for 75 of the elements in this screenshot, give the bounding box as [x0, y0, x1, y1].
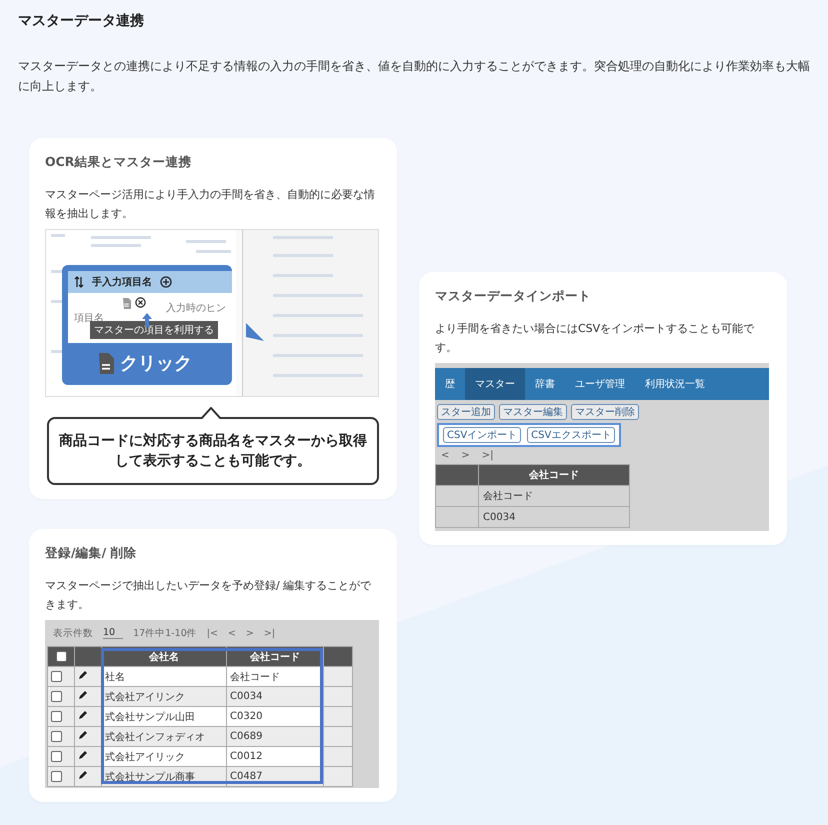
table-cell: 社名 [102, 666, 226, 686]
table-cell: 会社コード [478, 486, 630, 506]
nav-tab[interactable]: 辞書 [525, 368, 565, 400]
card-title: 登録/編集/ 削除 [45, 545, 138, 562]
pencil-icon [78, 670, 87, 680]
action-button[interactable]: CSVインポート [443, 427, 522, 443]
pencil-icon [78, 750, 87, 760]
card-title: OCR結果とマスター連携 [45, 154, 192, 171]
action-button[interactable]: スター追加 [437, 404, 495, 420]
page-size-label: 表示件数 [53, 626, 93, 640]
table-cell: 式会社アイリンク [102, 686, 226, 706]
table-cell [324, 706, 352, 726]
action-button[interactable]: CSVエクスポート [527, 427, 616, 443]
nav-tab[interactable]: 歴 [435, 368, 465, 400]
checkbox[interactable] [51, 730, 62, 742]
table-cell [324, 766, 352, 786]
pencil-icon [78, 730, 87, 740]
pager-link[interactable]: |< [206, 628, 218, 638]
table-cell: 式会社インフォディオ [102, 726, 226, 746]
table-cell [324, 666, 352, 686]
checkbox[interactable] [51, 770, 62, 782]
table-cell: C0012 [226, 746, 324, 766]
table-cell: C0034 [478, 506, 630, 528]
checkbox[interactable] [51, 690, 62, 702]
pager-link[interactable]: >| [264, 628, 276, 638]
card-description: より手間を省きたい場合にはCSVをインポートすることも可能です。 [435, 321, 756, 356]
checkbox[interactable] [56, 650, 66, 662]
pencil-icon [78, 710, 87, 720]
table-cell [324, 686, 352, 706]
table-cell: 会社コード [226, 666, 324, 686]
speech-tail-drawing [246, 323, 264, 343]
nav-tab[interactable]: 利用状況一覧 [635, 368, 715, 400]
table-header: 会社コード [478, 464, 630, 486]
table-cell: C0320 [226, 706, 324, 726]
table-cell: 式会社サンプル山田 [102, 706, 226, 726]
field-hint-label: 入力時のヒン [166, 302, 226, 315]
record-range: 17件中1-10件 [133, 626, 197, 640]
action-button[interactable]: マスター削除 [571, 404, 639, 420]
pager-link[interactable]: < [441, 450, 450, 461]
pager-link[interactable]: > [461, 450, 470, 461]
pager-link[interactable]: < [228, 628, 236, 638]
table-cell: C0689 [226, 726, 324, 746]
nav-tab[interactable]: マスター [465, 368, 525, 400]
table-cell [324, 746, 352, 766]
page-size-select[interactable]: 10 [103, 627, 124, 639]
add-circle-icon [160, 276, 172, 288]
card-title: マスターデータインポート [435, 288, 592, 305]
pager-link[interactable]: > [246, 628, 254, 638]
sort-icon [74, 276, 84, 288]
document-icon [122, 297, 131, 309]
pencil-icon [78, 770, 87, 780]
checkbox[interactable] [51, 710, 62, 722]
checkbox[interactable] [51, 750, 62, 762]
table-cell: C0034 [226, 686, 324, 706]
card-description: マスターページ活用により手入力の手間を省き、自動的に必要な情報を抽出します。 [45, 187, 376, 222]
document-icon [98, 352, 114, 374]
nav-tab[interactable]: ユーザ管理 [565, 368, 635, 400]
table-header [324, 646, 352, 666]
table-cell [324, 726, 352, 746]
card-description: マスターページで抽出したいデータを予め登録/ 編集することができます。 [45, 578, 372, 613]
callout-text: 商品コードに対応する商品名をマスターから取得して表示することも可能です。 [59, 433, 367, 469]
pencil-icon [78, 690, 87, 700]
page-description: マスターデータとの連携により不足する情報の入力の手間を省き、値を自動的に入力することができます。突合処理の自動化により作業効率も大幅に向上します。 [18, 58, 810, 95]
checkbox[interactable] [51, 670, 62, 682]
table-header [436, 464, 478, 486]
table-cell: 式会社アイリック [102, 746, 226, 766]
pager-link[interactable]: >| [482, 450, 494, 461]
action-button[interactable]: マスター編集 [499, 404, 567, 420]
page-title: マスターデータ連携 [18, 12, 145, 30]
up-arrow-icon [142, 313, 152, 327]
click-label: クリック [120, 352, 192, 375]
close-circle-icon [135, 297, 146, 308]
panel-title: 手入力項目名 [92, 276, 152, 289]
table-cell [436, 506, 478, 528]
table-cell [436, 486, 478, 506]
